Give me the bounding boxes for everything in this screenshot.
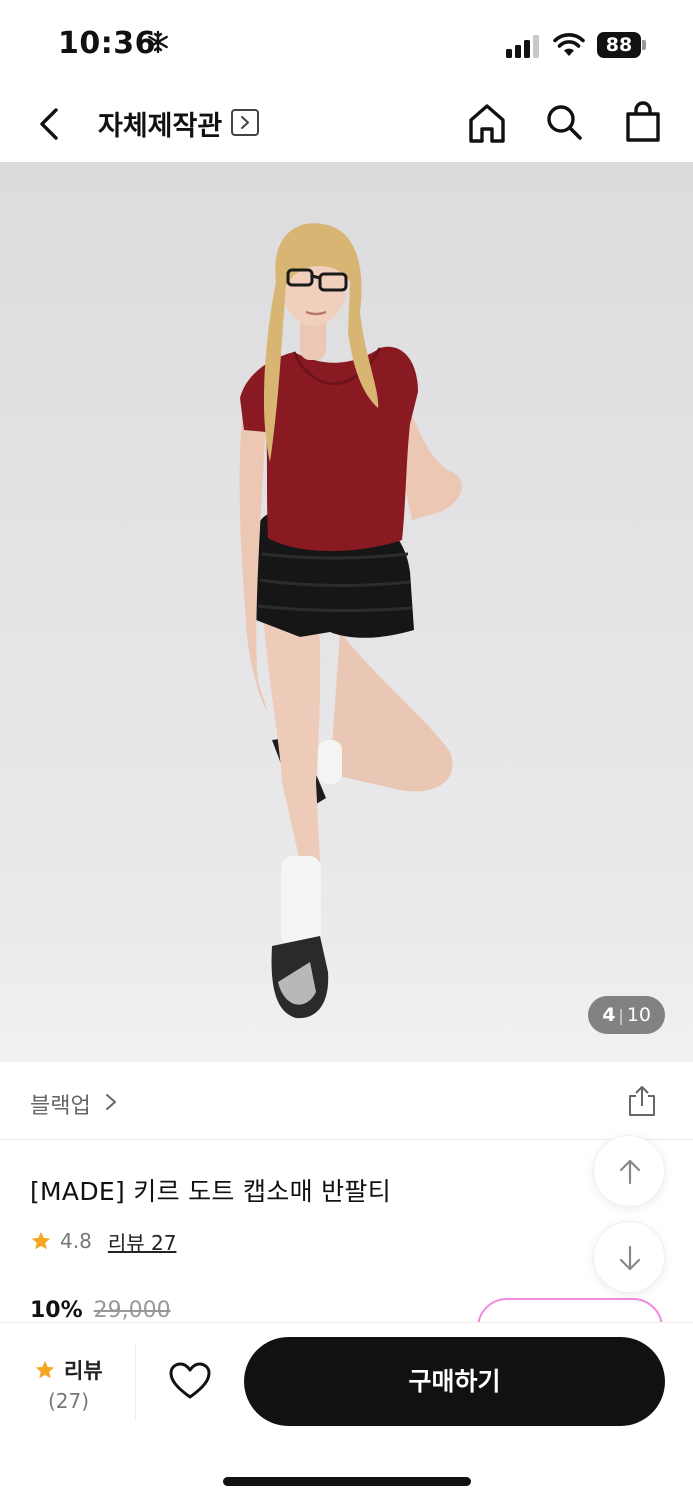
review-label: 리뷰 [64, 1359, 103, 1383]
buy-button[interactable]: 구매하기 [244, 1337, 665, 1426]
review-summary-top: 리뷰 [34, 1355, 103, 1385]
shopping-bag-icon[interactable] [623, 100, 663, 144]
product-image-gallery[interactable]: 4 | 10 [0, 162, 693, 1062]
share-icon[interactable] [626, 1084, 658, 1118]
cellular-signal-icon [506, 35, 539, 58]
arrow-down-icon [619, 1245, 641, 1271]
home-indicator [223, 1477, 471, 1486]
battery-indicator: 88 [597, 32, 647, 58]
discount-rate: 10% [30, 1298, 83, 1323]
brand-row: 블랙업 [0, 1062, 693, 1140]
rating-score: 4.8 [60, 1229, 92, 1253]
status-bar: 10:36 88 [0, 0, 693, 90]
status-time: 10:36 [58, 26, 156, 61]
review-summary-button[interactable]: 리뷰 (27) [0, 1345, 136, 1421]
brand-name[interactable]: 블랙업 [30, 1088, 91, 1120]
rating-row: 4.8 리뷰 27 [30, 1226, 176, 1256]
arrow-up-icon [619, 1159, 641, 1185]
wifi-icon [553, 33, 585, 56]
top-nav-bar: 자체제작관 [0, 90, 693, 162]
snowflake-icon [148, 30, 168, 54]
search-icon[interactable] [544, 102, 584, 142]
star-icon [35, 1360, 55, 1379]
star-icon [31, 1231, 51, 1250]
review-link[interactable]: 리뷰 27 [108, 1227, 177, 1256]
heart-icon[interactable] [168, 1361, 212, 1401]
image-counter: 4 | 10 [588, 996, 665, 1034]
original-price: 29,000 [93, 1298, 171, 1323]
product-title: [MADE] 키르 도트 캡소매 반팔티 [30, 1177, 392, 1206]
product-detail-page: 10:36 88 자체제작관 4 | 10 블랙업 [MADE] 키르 도트 캡… [0, 0, 693, 1500]
image-counter-separator: | [618, 1006, 624, 1025]
image-counter-total: 10 [626, 1004, 651, 1026]
product-photo-model [239, 223, 462, 1019]
battery-level: 88 [597, 32, 641, 58]
store-title[interactable]: 자체제작관 [98, 104, 222, 143]
review-count: (27) [48, 1389, 90, 1413]
scroll-to-top-button[interactable] [593, 1135, 665, 1207]
bottom-action-bar: 리뷰 (27) 구매하기 [0, 1322, 693, 1500]
battery-cap [642, 40, 646, 50]
scroll-to-bottom-button[interactable] [593, 1221, 665, 1293]
home-icon[interactable] [466, 101, 508, 145]
store-chevron-icon[interactable] [231, 109, 259, 136]
image-counter-current: 4 [602, 1004, 616, 1026]
chevron-right-icon[interactable] [104, 1092, 118, 1112]
back-arrow-icon[interactable] [32, 104, 66, 144]
